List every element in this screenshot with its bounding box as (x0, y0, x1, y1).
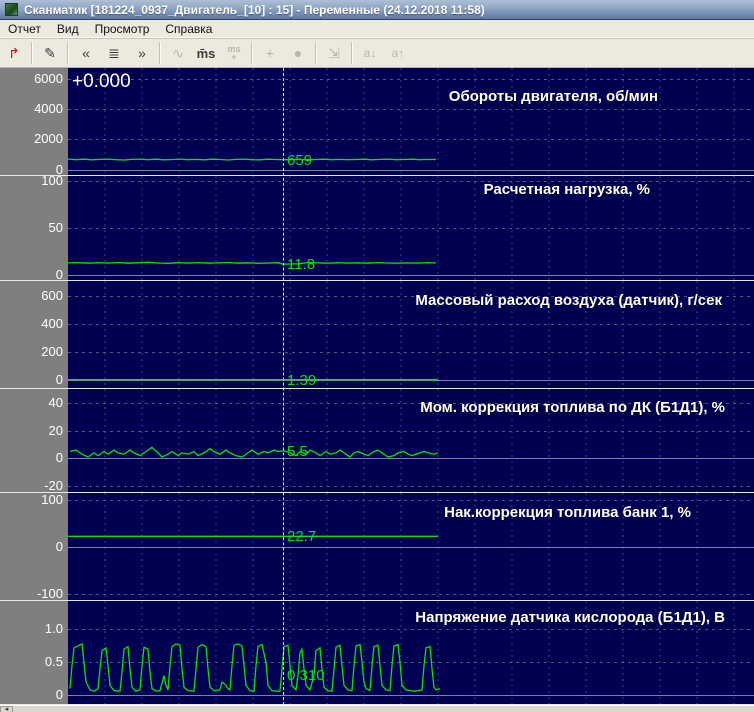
y-tick-label: -100 (37, 586, 63, 601)
menu-item-1[interactable]: Вид (49, 21, 87, 37)
report-button[interactable]: ✎ (38, 42, 62, 64)
panel-title-stft: Мом. коррекция топлива по ДК (Б1Д1), % (420, 399, 725, 416)
y-axis-gutter-maf: 600 400 200 0 (0, 281, 68, 388)
y-axis-gutter-rpm: 6000400020000 (0, 68, 68, 175)
back-arrow-button[interactable]: ↱ (2, 42, 26, 64)
wave-mode-button: ∿ (166, 42, 190, 64)
crosshair-button: + (258, 42, 282, 64)
toolbar-separator (31, 42, 33, 64)
menu-item-3[interactable]: Справка (157, 21, 220, 37)
cursor-value-stft: 5.5 (287, 443, 308, 460)
y-axis-gutter-o2: 1.0 0.5 0 (0, 601, 68, 704)
menu-item-2[interactable]: Просмотр (87, 21, 158, 37)
y-tick-label: -20 (44, 478, 63, 493)
plot-load[interactable]: Расчетная нагрузка, % 11.8 (68, 176, 754, 280)
y-tick-label: 20 (49, 423, 63, 438)
menu-item-0[interactable]: Отчет (0, 21, 49, 37)
chart-panel-maf: 600 400 200 0 Массовый расход воздуха (датчи… (0, 281, 754, 389)
toolbar-separator (159, 42, 161, 64)
chart-panel-stft: 40 20 0 -20 Мом. коррекция топлива по ДК (Б1… (0, 389, 754, 493)
plot-stft[interactable]: Мом. коррекция топлива по ДК (Б1Д1), % 5.… (68, 389, 754, 492)
y-tick-label: 4000 (34, 101, 63, 116)
y-tick-label: 40 (49, 395, 63, 410)
cursor-value-maf: 1.39 (287, 372, 316, 389)
panel-title-load: Расчетная нагрузка, % (484, 181, 650, 198)
y-tick-label: 0.5 (45, 654, 63, 669)
title-bar[interactable]: Сканматик [181224_0937_Двигатель_[10] : … (0, 0, 754, 20)
chart-panel-load: 100500Расчетная нагрузка, %11.8 (0, 176, 754, 281)
font-smaller-button: a↓ (358, 42, 382, 64)
record-button: ● (286, 42, 310, 64)
cursor-value-o2: 0.310 (287, 667, 325, 684)
y-axis-gutter-ltft: 100 0 -100 (0, 493, 68, 600)
toolbar-separator (315, 42, 317, 64)
panel-title-maf: Массовый расход воздуха (датчик), г/сек (415, 292, 722, 309)
y-tick-label: 1.0 (45, 621, 63, 636)
chart-panel-ltft: 100 0 -100 Нак.коррекция топлива банк 1, % 2… (0, 493, 754, 601)
fullscreen-button: ⇲ (322, 42, 346, 64)
y-tick-label: 0 (56, 372, 63, 387)
app-window: Сканматик [181224_0937_Двигатель_[10] : … (0, 0, 754, 712)
cursor-value-load: 11.8 (287, 256, 315, 273)
y-tick-label: 200 (41, 344, 63, 359)
y-tick-label: 0 (56, 687, 63, 702)
panel-title-rpm: Обороты двигателя, об/мин (449, 88, 658, 105)
toolbar-separator (251, 42, 253, 64)
time-scale-plus-button: ms+ (222, 42, 246, 64)
y-tick-label: 600 (41, 288, 63, 303)
next-screen-button[interactable]: » (130, 42, 154, 64)
y-tick-label: 6000 (34, 71, 63, 86)
cursor-value-ltft: 22.7 (287, 528, 316, 545)
plot-rpm[interactable]: Обороты двигателя, об/мин 659 (68, 68, 754, 175)
menu-bar: ОтчетВидПросмотрСправка (0, 21, 754, 38)
toolbar-separator (351, 42, 353, 64)
toolbar-separator (67, 42, 69, 64)
trace-o2 (70, 644, 440, 691)
chart-area: +0.000 6000400020000Обороты двигателя, о… (0, 68, 754, 705)
window-title: Сканматик [181224_0937_Двигатель_[10] : … (24, 3, 485, 17)
panel-title-o2: Напряжение датчика кислорода (Б1Д1), В (415, 609, 725, 626)
y-tick-label: 0 (56, 539, 63, 554)
y-tick-label: 100 (41, 492, 63, 507)
trace-load (68, 262, 436, 264)
time-scale-minus-button[interactable]: m̄s (194, 42, 218, 64)
trace-stft (70, 447, 438, 457)
trace-rpm (68, 159, 436, 160)
variables-list-button[interactable]: ≣ (102, 42, 126, 64)
scroll-left-button[interactable]: ◂ (0, 706, 13, 712)
chart-panel-o2: 1.0 0.5 0 Напряжение датчика кислорода (Б1Д… (0, 601, 754, 705)
y-tick-label: 0 (56, 450, 63, 465)
y-axis-gutter-load: 100500 (0, 176, 68, 280)
time-cursor-line[interactable] (283, 68, 284, 705)
plot-maf[interactable]: Массовый расход воздуха (датчик), г/сек 1… (68, 281, 754, 388)
horizontal-scrollbar[interactable]: ◂ (0, 705, 754, 712)
y-tick-label: 400 (41, 316, 63, 331)
plot-o2[interactable]: Напряжение датчика кислорода (Б1Д1), В 0.… (68, 601, 754, 704)
plot-ltft[interactable]: Нак.коррекция топлива банк 1, % 22.7 (68, 493, 754, 600)
y-tick-label: 50 (49, 220, 63, 235)
panel-title-ltft: Нак.коррекция топлива банк 1, % (444, 504, 691, 521)
toolbar: ↱ ✎ «≣» ∿m̄sms+ +● ⇲ a↓a↑ (0, 38, 754, 68)
prev-screen-button[interactable]: « (74, 42, 98, 64)
font-larger-button: a↑ (386, 42, 410, 64)
y-tick-label: 100 (41, 173, 63, 188)
y-axis-gutter-stft: 40 20 0 -20 (0, 389, 68, 492)
y-tick-label: 2000 (34, 131, 63, 146)
app-icon (5, 3, 18, 16)
cursor-value-rpm: 659 (287, 152, 312, 169)
time-offset-label: +0.000 (72, 71, 131, 93)
